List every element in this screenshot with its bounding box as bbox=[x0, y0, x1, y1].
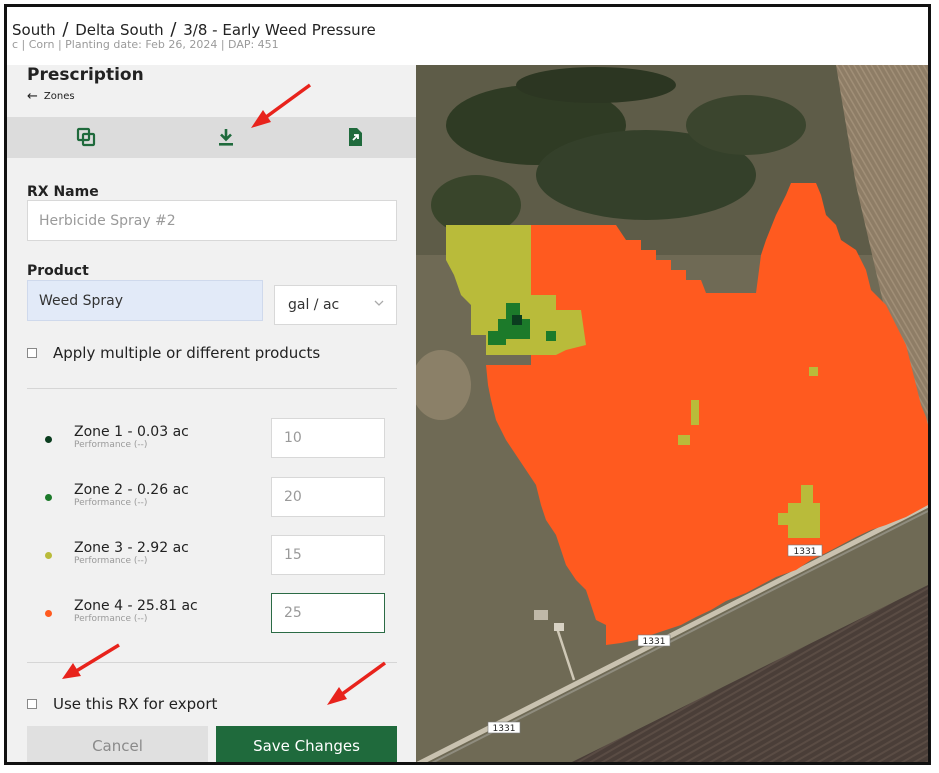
annotation-arrow bbox=[251, 83, 312, 128]
annotation-arrows bbox=[62, 83, 387, 705]
annotation-arrow bbox=[62, 643, 120, 679]
annotation-arrow bbox=[327, 661, 387, 705]
app-window: South / Delta South / 3/8 - Early Weed P… bbox=[4, 4, 931, 765]
